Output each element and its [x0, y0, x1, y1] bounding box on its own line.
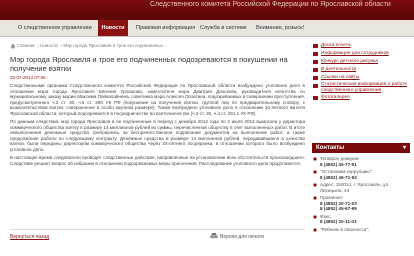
- contacts-title: Контакты: [316, 145, 345, 151]
- contact-value: 8 (4852) 45-67-99: [320, 206, 357, 211]
- breadcrumb-news[interactable]: Новости: [40, 43, 57, 48]
- contact-label: Адрес: 150014, г. Ярославль, ул. Лисицын…: [320, 182, 390, 193]
- contact-entry: "Ребенок в опасности":: [312, 227, 410, 233]
- fax-icon: [313, 214, 317, 219]
- bullet-icon: [313, 68, 318, 72]
- main-nav: О следственном управлении Новости Правов…: [0, 20, 414, 37]
- article-paragraph: В настоящее время следователи проводят с…: [10, 155, 305, 166]
- article-paragraph: Следственными органами Следственного ком…: [10, 83, 305, 116]
- sidebar-item-statistics[interactable]: Статистическая информация о работе следс…: [312, 82, 410, 94]
- phone-icon: [313, 196, 317, 200]
- breadcrumb-home[interactable]: Главная: [17, 43, 34, 48]
- sidebar-item-links[interactable]: Ссылки на сайты: [312, 74, 410, 82]
- contact-value: 8 (4852) 45-71-93: [320, 174, 357, 180]
- sidebar-item-drawing-contest[interactable]: Конкурс детского рисунка: [312, 58, 410, 66]
- contact-value: 8 (4852) 45-77-51: [320, 161, 357, 167]
- sidebar-item-honor-board[interactable]: Доска почета: [312, 42, 410, 50]
- contact-entry: Адрес: 150014, г. Ярославль, ул. Лисицын…: [312, 182, 410, 193]
- article-body: Следственными органами Следственного ком…: [10, 83, 305, 166]
- sidebar-item-label: Статистическая информация о работе следс…: [321, 82, 408, 93]
- back-link[interactable]: Вернуться назад: [10, 234, 49, 240]
- sidebar-item-label: Фотогалерея: [321, 95, 350, 100]
- nav-item-legal[interactable]: Правовая информация: [136, 20, 196, 36]
- article-date: 03-07-2013 07:56: [10, 75, 46, 80]
- bullet-icon: [313, 60, 318, 64]
- nav-item-wanted[interactable]: Внимание, розыск!: [256, 20, 318, 36]
- printer-icon[interactable]: [210, 233, 218, 239]
- phone-icon: [313, 157, 317, 161]
- bullet-icon: [313, 84, 318, 88]
- article-paragraph: По данным следствия, мэр города Ярославл…: [10, 119, 305, 152]
- phone-icon: [313, 227, 317, 232]
- nav-item-about[interactable]: О следственном управлении: [18, 20, 98, 36]
- location-icon: [313, 183, 317, 187]
- site-header: Следственного комитета Российской Федера…: [0, 0, 414, 20]
- chevron-down-icon: ▾: [402, 145, 406, 151]
- bullet-icon: [313, 76, 318, 80]
- contact-label: "Ребенок в опасности":: [320, 226, 370, 232]
- contact-entry: "Остановим коррупцию": 8 (4852) 45-71-93: [312, 169, 410, 180]
- print-version-link[interactable]: Версия для печати: [220, 234, 264, 240]
- contacts-list: Телефон доверия: 8 (4852) 45-77-51 "Оста…: [312, 156, 410, 234]
- nav-item-service[interactable]: Служба в системе: [200, 20, 248, 36]
- sidebar-item-label: Конкурс детского рисунка: [321, 59, 378, 64]
- contact-entry: Телефон доверия: 8 (4852) 45-77-51: [312, 156, 410, 167]
- site-title: Следственного комитета Российской Федера…: [150, 1, 391, 8]
- phone-icon: [313, 170, 317, 174]
- sidebar-item-label: Ссылки на сайты: [321, 75, 360, 80]
- breadcrumb-current: Мэр города Ярославля и трое его подчинен…: [63, 43, 168, 48]
- bullet-icon: [313, 96, 318, 100]
- contact-value: 8 (4852) 20-11-03: [320, 219, 357, 224]
- sidebar-item-label: Доска почета: [321, 43, 351, 48]
- breadcrumb: Главная › Новости › Мэр города Ярославля и…: [10, 42, 305, 50]
- sidebar-item-staff-info[interactable]: Информация для сотрудников: [312, 50, 410, 58]
- sidebar: Доска почета Информация для сотрудников …: [312, 42, 410, 102]
- contact-entry: Приемная: 8 (4852) 20-71-03 8 (4852) 45-…: [312, 195, 410, 212]
- contact-entry: Факс: 8 (4852) 20-11-03: [312, 214, 410, 225]
- nav-item-news[interactable]: Новости: [98, 20, 128, 36]
- article-title: Мэр города Ярославля и трое его подчинен…: [10, 55, 288, 73]
- home-icon[interactable]: [10, 43, 16, 49]
- contacts-header[interactable]: Контакты ▾: [312, 143, 410, 153]
- bullet-icon: [313, 52, 318, 56]
- sidebar-item-activity[interactable]: В деятельности: [312, 66, 410, 74]
- divider: [10, 229, 305, 230]
- bullet-icon: [313, 44, 318, 48]
- sidebar-item-label: Информация для сотрудников: [321, 51, 389, 56]
- sidebar-item-label: В деятельности: [321, 67, 357, 72]
- sidebar-item-photogallery[interactable]: Фотогалерея: [312, 94, 410, 102]
- main-content: Главная › Новости › Мэр города Ярославля и…: [10, 42, 305, 166]
